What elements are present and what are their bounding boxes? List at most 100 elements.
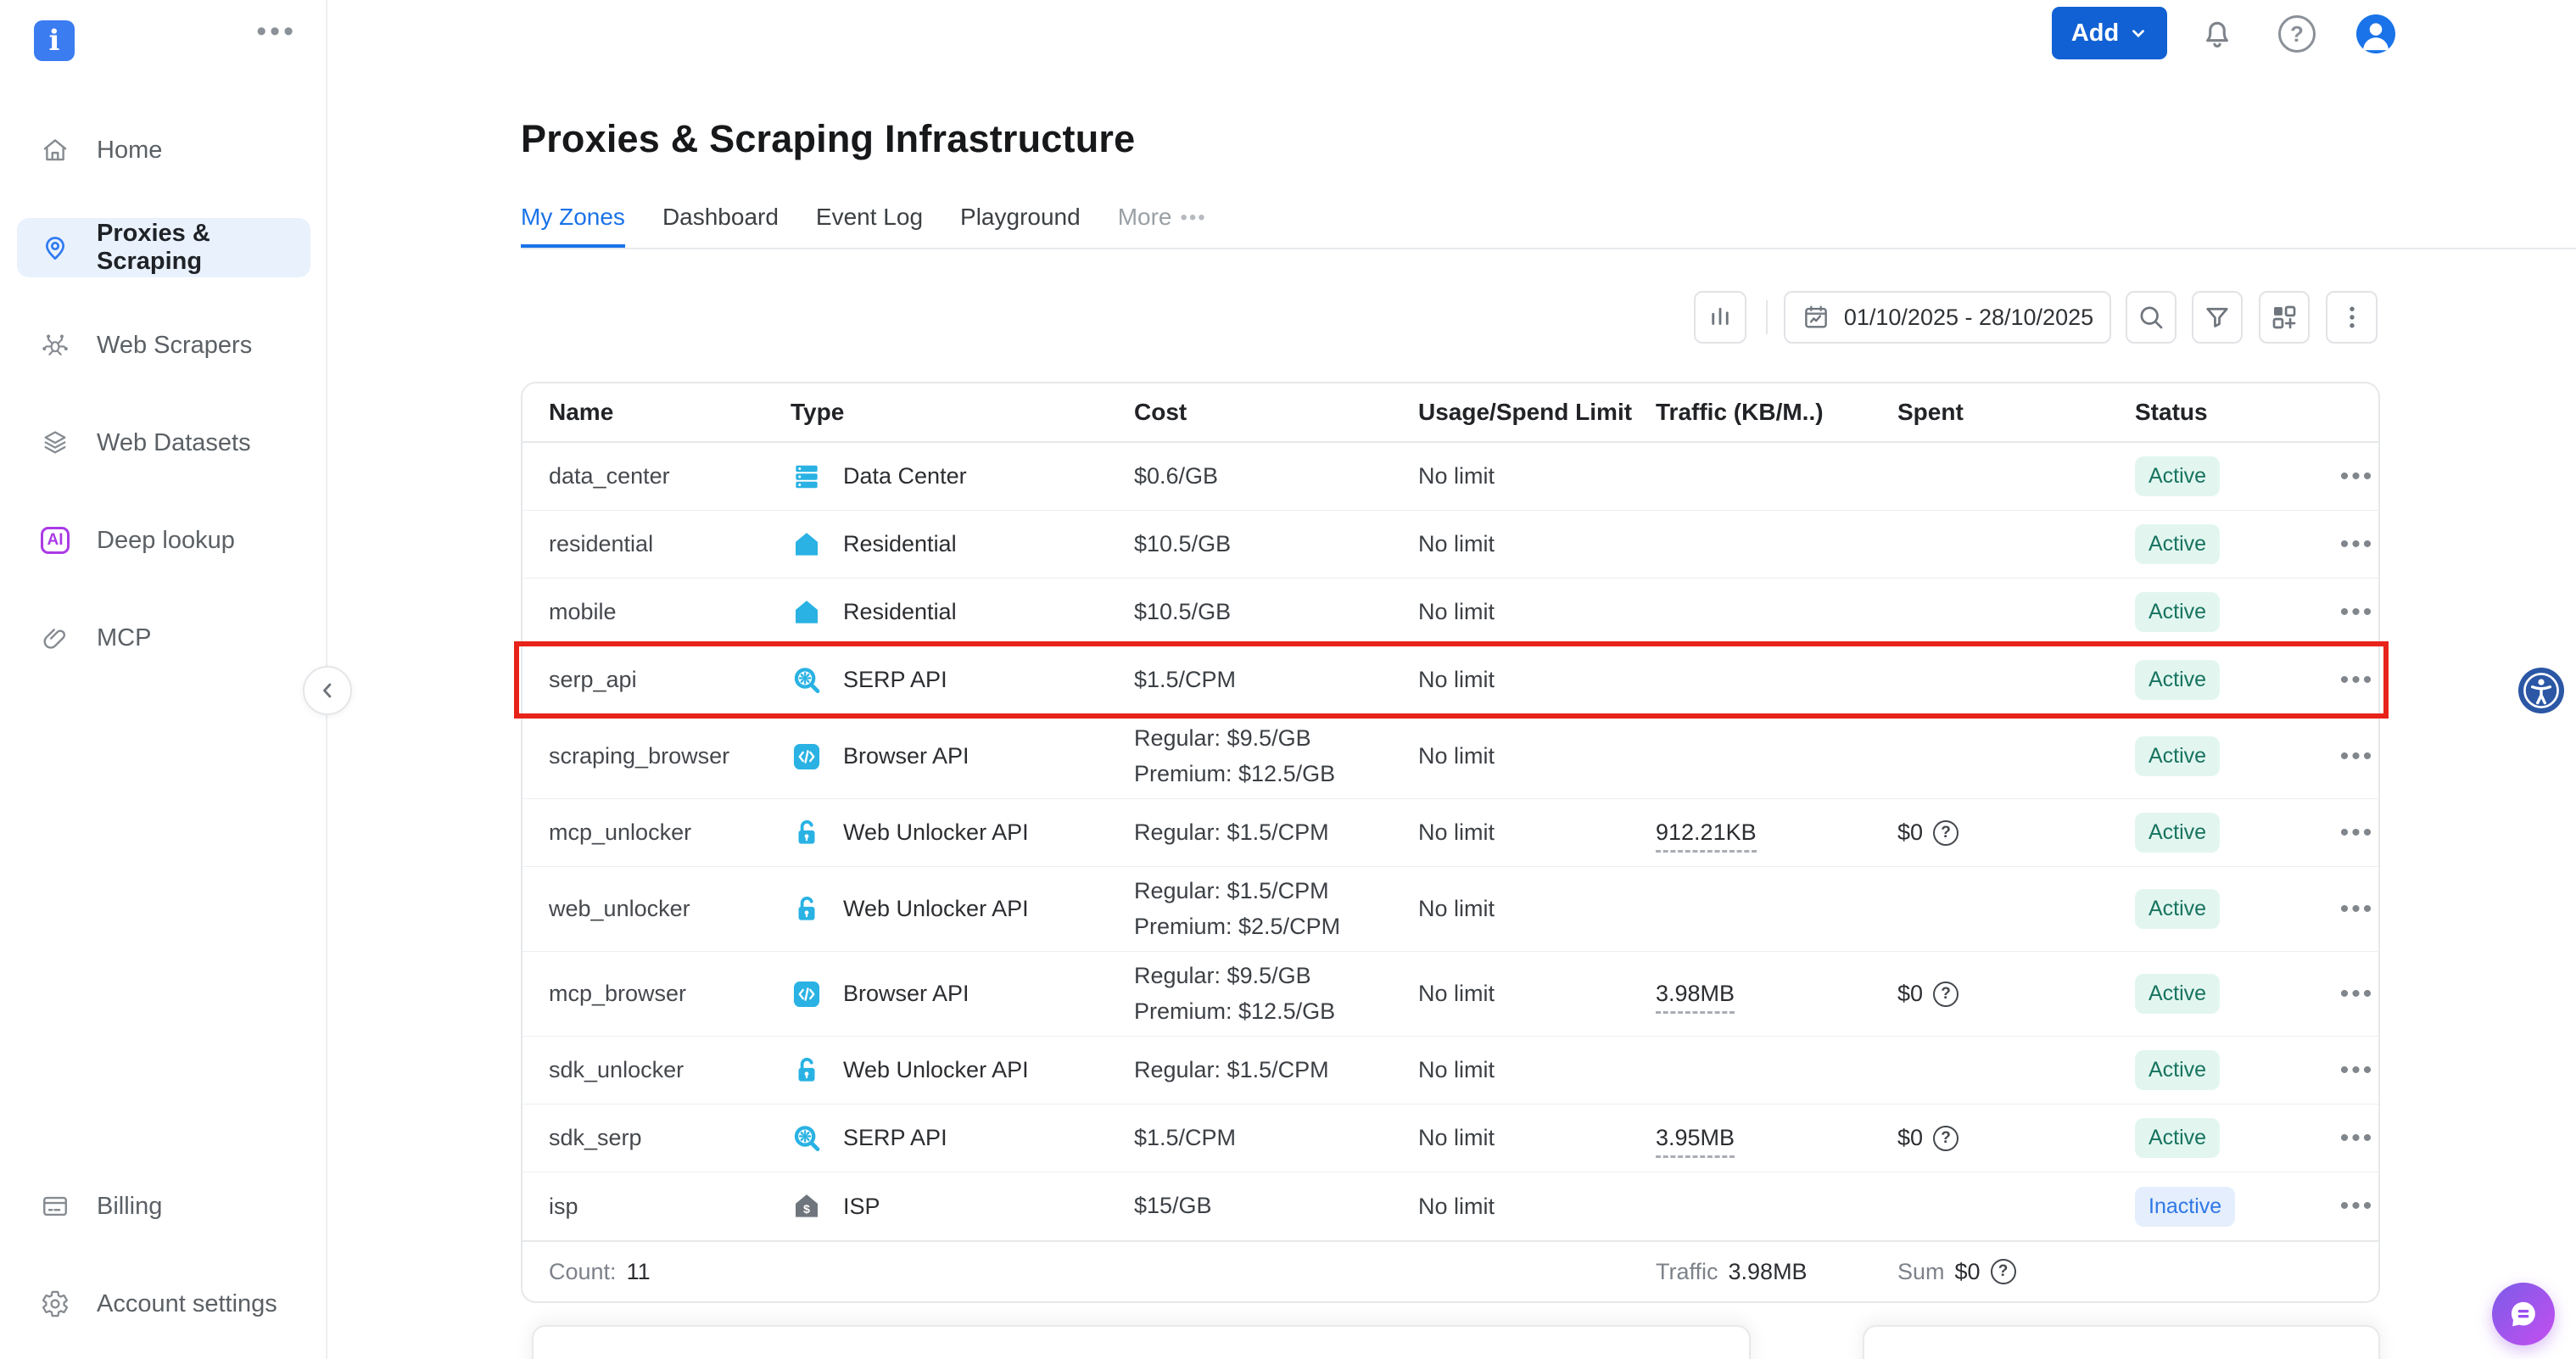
row-menu-dots-icon[interactable]: ••• <box>2339 1124 2376 1153</box>
house-icon <box>791 528 823 561</box>
zone-type-label: Browser API <box>843 743 969 769</box>
spent-help-icon[interactable]: ? <box>1933 982 1959 1007</box>
sidebar-item-label: Web Datasets <box>97 429 251 457</box>
table-row[interactable]: mcp_unlocker Web Unlocker API Regular: $1.… <box>522 799 2378 867</box>
tab-my-zones[interactable]: My Zones <box>521 204 625 248</box>
usage-spend-limit: No limit <box>1418 667 1656 693</box>
sidebar-collapse-button[interactable] <box>303 666 352 715</box>
row-menu-dots-icon[interactable]: ••• <box>2339 895 2376 924</box>
toolbar-divider <box>1766 300 1768 334</box>
spent-help-icon[interactable]: ? <box>1933 820 1959 846</box>
sidebar-item-billing[interactable]: Billing <box>17 1177 310 1236</box>
table-row[interactable]: serp_apiSERP API$1.5/CPMNo limitActive••… <box>522 646 2378 714</box>
usage-spend-limit: No limit <box>1418 743 1656 769</box>
sidebar-more-icon[interactable]: ••• <box>256 15 297 48</box>
sum-help-icon[interactable]: ? <box>1991 1259 2016 1284</box>
row-menu-dots-icon[interactable]: ••• <box>2339 980 2376 1009</box>
cost-line: $10.5/GB <box>1134 595 1418 630</box>
row-menu-dots-icon[interactable]: ••• <box>2339 666 2376 695</box>
row-menu-dots-icon[interactable]: ••• <box>2339 462 2376 491</box>
column-header: Traffic (KB/M..) <box>1656 399 1897 426</box>
zone-type-label: SERP API <box>843 1125 947 1151</box>
zone-cost: Regular: $9.5/GBPremium: $12.5/GB <box>1134 721 1418 792</box>
row-menu-dots-icon[interactable]: ••• <box>2339 530 2376 559</box>
row-menu-dots-icon[interactable]: ••• <box>2339 1056 2376 1085</box>
help-icon[interactable]: ? <box>2278 15 2316 53</box>
spent-help-icon[interactable]: ? <box>1933 1126 1959 1151</box>
usage-spend-limit: No limit <box>1418 599 1656 625</box>
chat-button[interactable] <box>2492 1283 2555 1345</box>
svg-text:$: $ <box>803 1203 810 1216</box>
search-button[interactable] <box>2126 291 2176 344</box>
zone-type: Web Unlocker API <box>791 817 1134 849</box>
table-row[interactable]: web_unlockerWeb Unlocker APIRegular: $1.… <box>522 867 2378 952</box>
table-row[interactable]: sdk_unlockerWeb Unlocker APIRegular: $1.… <box>522 1037 2378 1105</box>
sidebar-item-proxies-scraping[interactable]: Proxies & Scraping <box>17 218 310 277</box>
filter-button[interactable] <box>2192 291 2243 344</box>
traffic-value[interactable]: 3.98MB <box>1656 981 1735 1014</box>
zone-type: Residential <box>791 528 1134 561</box>
sidebar-item-account-settings[interactable]: Account settings <box>17 1274 310 1334</box>
zone-spent: $0? <box>1897 1125 2135 1151</box>
column-header: Cost <box>1134 399 1418 426</box>
zone-status: Active <box>2135 889 2339 929</box>
usage-spend-limit: No limit <box>1418 981 1656 1007</box>
date-range-button[interactable]: 01/10/2025 - 28/10/2025 <box>1784 291 2111 344</box>
widgets-button[interactable] <box>2259 291 2310 344</box>
row-menu-dots-icon[interactable]: ••• <box>2339 819 2376 847</box>
table-row[interactable]: data_centerData Center$0.6/GBNo limitAct… <box>522 443 2378 511</box>
table-header-row: NameTypeCostUsage/Spend LimitTraffic (KB… <box>522 383 2378 443</box>
tab-dashboard[interactable]: Dashboard <box>662 204 779 248</box>
cost-line: Regular: $1.5/CPM <box>1134 874 1418 909</box>
table-row[interactable]: residentialResidential$10.5/GBNo limitAc… <box>522 511 2378 579</box>
zone-type-label: Web Unlocker API <box>843 819 1029 846</box>
tab-playground[interactable]: Playground <box>960 204 1081 248</box>
brand-logo-icon[interactable]: i <box>34 20 75 61</box>
row-menu-dots-icon[interactable]: ••• <box>2339 742 2376 771</box>
zone-type: Web Unlocker API <box>791 1054 1134 1087</box>
row-menu-dots-icon[interactable]: ••• <box>2339 1192 2376 1221</box>
sidebar-item-web-scrapers[interactable]: Web Scrapers <box>17 316 310 375</box>
app-root: i ••• Home Proxies & Scraping Web Scrapers… <box>0 0 2576 1359</box>
table-row[interactable]: mcp_browserBrowser APIRegular: $9.5/GBPr… <box>522 952 2378 1037</box>
usage-spend-limit: No limit <box>1418 463 1656 489</box>
tab-event-log[interactable]: Event Log <box>816 204 923 248</box>
zone-name: isp <box>549 1194 791 1220</box>
sidebar-item-web-datasets[interactable]: Web Datasets <box>17 413 310 473</box>
sidebar-item-label: Account settings <box>97 1290 277 1318</box>
zone-cost: $0.6/GB <box>1134 459 1418 495</box>
traffic-value[interactable]: 3.95MB <box>1656 1125 1735 1158</box>
sidebar-item-deep-lookup[interactable]: AIDeep lookup <box>17 511 310 570</box>
traffic-value[interactable]: 912.21KB <box>1656 819 1757 853</box>
usage-spend-limit: No limit <box>1418 1057 1656 1083</box>
more-options-button[interactable] <box>2326 291 2378 344</box>
status-badge: Active <box>2135 889 2220 929</box>
table-row[interactable]: isp$ISP$15/GBNo limitInactive••• <box>522 1172 2378 1240</box>
kebab-menu-icon <box>2337 302 2367 333</box>
chart-view-button[interactable] <box>1694 291 1746 344</box>
accessibility-button[interactable] <box>2518 668 2564 713</box>
tab-more[interactable]: More••• <box>1118 204 1207 248</box>
sidebar-item-mcp[interactable]: MCP <box>17 608 310 668</box>
bar-chart-icon <box>1705 302 1735 333</box>
table-footer-row: Count: 11 Traffic 3.98MB Sum $0 ? <box>522 1240 2378 1301</box>
zone-status: Active <box>2135 1050 2339 1090</box>
row-menu-dots-icon[interactable]: ••• <box>2339 598 2376 627</box>
zone-cost: Regular: $1.5/CPM <box>1134 815 1418 851</box>
table-row[interactable]: sdk_serpSERP API$1.5/CPMNo limit3.95MB$0… <box>522 1105 2378 1172</box>
cost-line: Premium: $12.5/GB <box>1134 757 1418 792</box>
notifications-bell-icon[interactable] <box>2199 15 2236 53</box>
status-badge: Active <box>2135 974 2220 1014</box>
add-button[interactable]: Add <box>2052 7 2167 59</box>
zone-type-label: Residential <box>843 531 957 557</box>
zone-name: serp_api <box>549 667 791 693</box>
zone-status: Active <box>2135 592 2339 632</box>
table-row[interactable]: scraping_browserBrowser APIRegular: $9.5… <box>522 714 2378 799</box>
zone-name: sdk_serp <box>549 1125 791 1151</box>
sidebar-item-label: Billing <box>97 1193 162 1221</box>
user-avatar[interactable] <box>2356 14 2395 53</box>
table-row[interactable]: mobileResidential$10.5/GBNo limitActive•… <box>522 579 2378 646</box>
sidebar-item-home[interactable]: Home <box>17 120 310 180</box>
zone-name: mcp_unlocker <box>549 819 791 846</box>
zone-status: Inactive <box>2135 1187 2339 1227</box>
